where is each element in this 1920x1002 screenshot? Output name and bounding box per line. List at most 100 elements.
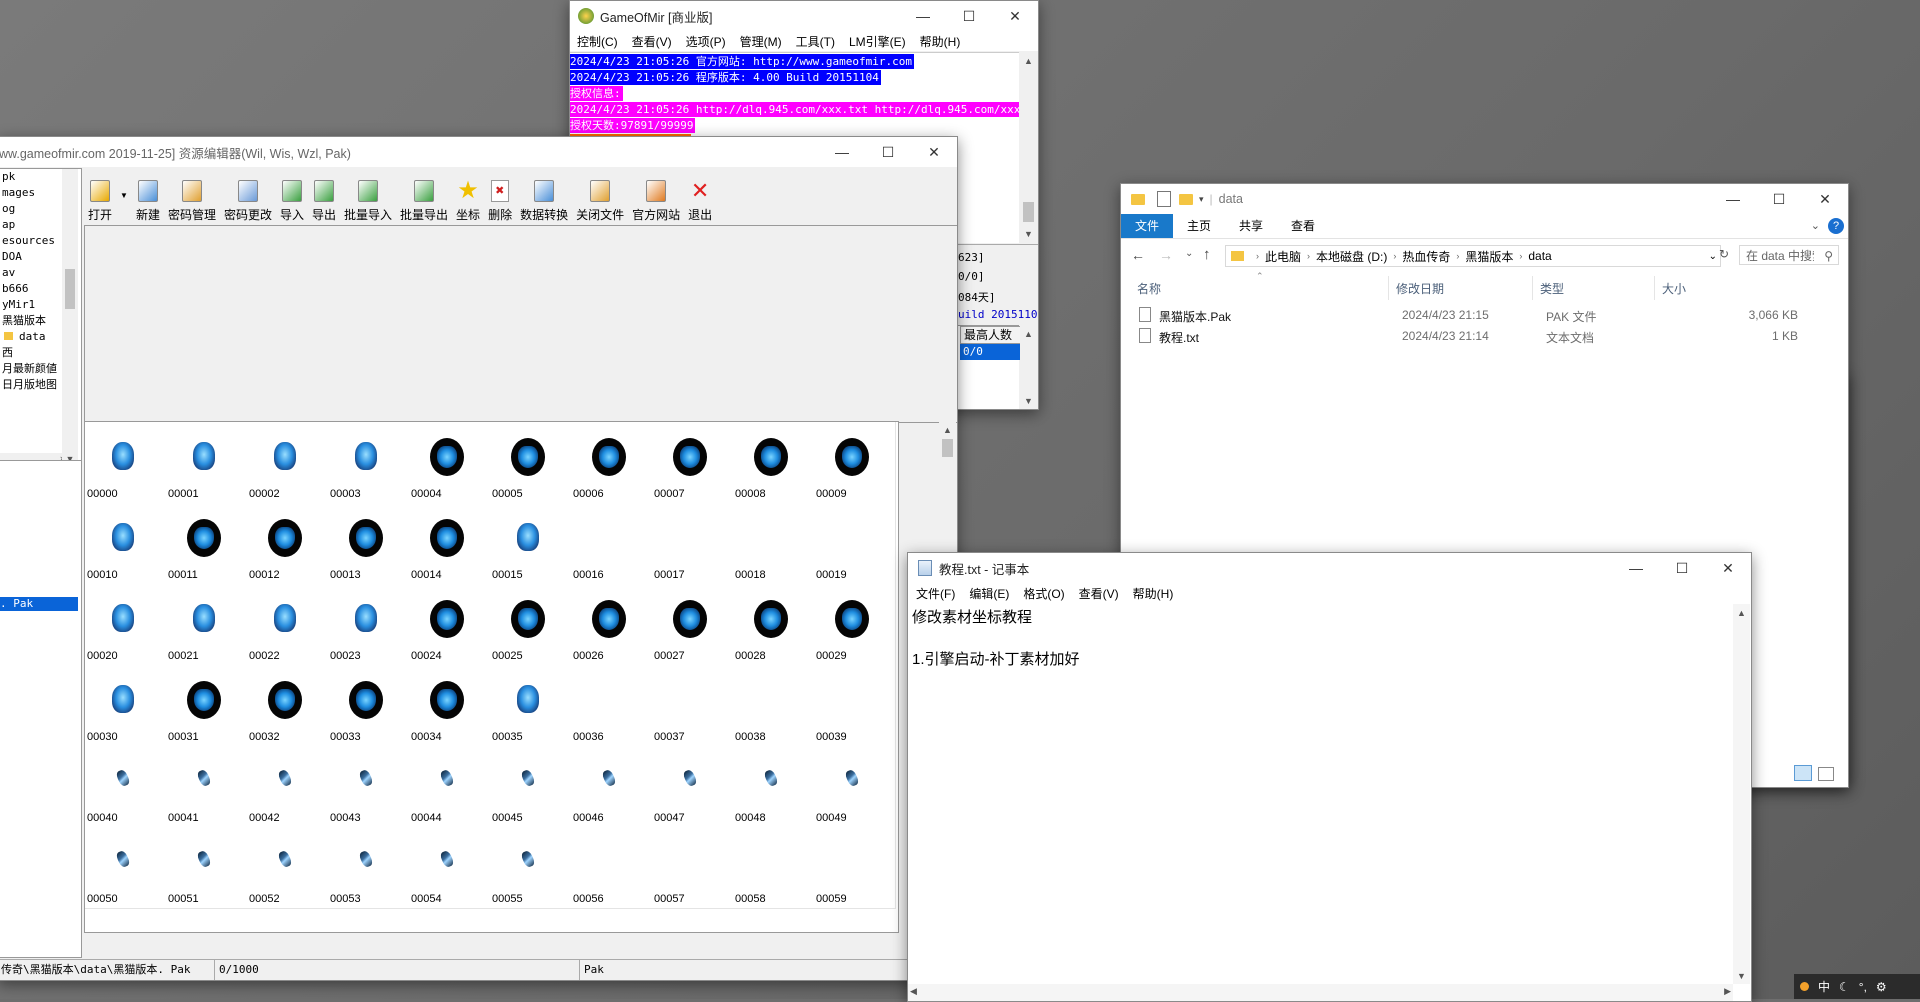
view-preview-icon[interactable] bbox=[1818, 767, 1834, 781]
menu-item[interactable]: 格式(O) bbox=[1016, 585, 1071, 602]
thumbnail-cell[interactable]: 00044 bbox=[409, 746, 491, 828]
menu-item[interactable]: 工具(T) bbox=[789, 33, 842, 50]
toolbar-password-change-button[interactable]: 密码更改 bbox=[220, 173, 276, 223]
thumbnail-cell[interactable]: 00050 bbox=[85, 827, 167, 909]
toolbar-convert-button[interactable]: 数据转换 bbox=[516, 173, 572, 223]
notepad-titlebar[interactable]: 教程.txt - 记事本 — ☐ ✕ bbox=[908, 553, 1751, 583]
breadcrumb-item[interactable]: 热血传奇 bbox=[1402, 248, 1450, 265]
search-box[interactable]: 在 data 中搜索 ⚲ bbox=[1739, 245, 1839, 265]
file-row[interactable]: 教程.txt 2024/4/23 21:14 文本文档 1 KB bbox=[1121, 325, 1848, 347]
thumbnail-cell[interactable]: 00054 bbox=[409, 827, 491, 909]
menu-item[interactable]: 查看(V) bbox=[1072, 585, 1126, 602]
thumbnail-cell[interactable]: 00008 bbox=[733, 422, 815, 504]
thumbnail-cell[interactable]: 00014 bbox=[409, 503, 491, 585]
thumbnail-cell[interactable]: 00006 bbox=[571, 422, 653, 504]
maximize-button[interactable]: ☐ bbox=[946, 1, 992, 31]
thumbnail-cell[interactable]: 00053 bbox=[328, 827, 410, 909]
toolbar-home-button[interactable]: 官方网站 bbox=[628, 173, 684, 223]
thumbnail-cell[interactable]: 00007 bbox=[652, 422, 734, 504]
thumbnail-cell[interactable]: 00016 bbox=[571, 503, 653, 585]
column-header[interactable]: 大小 bbox=[1662, 280, 1686, 297]
file-list-item-selected[interactable]: . Pak bbox=[0, 597, 78, 611]
menu-item[interactable]: 编辑(E) bbox=[962, 585, 1016, 602]
toolbar-import-button[interactable]: 导入 bbox=[276, 173, 308, 223]
breadcrumb-separator-icon[interactable]: › bbox=[1456, 251, 1459, 261]
ribbon-tab[interactable]: 主页 bbox=[1173, 214, 1225, 238]
address-dropdown-icon[interactable]: ⌄ bbox=[1709, 251, 1717, 262]
thumbnail-cell[interactable]: 00004 bbox=[409, 422, 491, 504]
column-divider[interactable] bbox=[1654, 276, 1655, 300]
minimize-button[interactable]: — bbox=[1710, 184, 1756, 214]
thumbnail-cell[interactable]: 00047 bbox=[652, 746, 734, 828]
thumbnail-cell[interactable]: 00059 bbox=[814, 827, 896, 909]
breadcrumb-item[interactable]: 黑猫版本 bbox=[1465, 248, 1513, 265]
thumbnail-cell[interactable]: 00032 bbox=[247, 665, 329, 747]
forward-icon[interactable]: → bbox=[1159, 247, 1173, 263]
thumbnail-cell[interactable]: 00023 bbox=[328, 584, 410, 666]
file-list[interactable]: . Pak bbox=[0, 460, 82, 958]
close-button[interactable]: ✕ bbox=[992, 1, 1038, 31]
breadcrumb-separator-icon[interactable]: › bbox=[1256, 251, 1259, 261]
menu-item[interactable]: 文件(F) bbox=[909, 585, 962, 602]
thumbnail-cell[interactable]: 00012 bbox=[247, 503, 329, 585]
toolbar-export-button[interactable]: 导出 bbox=[308, 173, 340, 223]
properties-icon[interactable] bbox=[1157, 191, 1171, 207]
minimize-button[interactable]: — bbox=[1613, 553, 1659, 583]
thumbnail-cell[interactable]: 00043 bbox=[328, 746, 410, 828]
thumbnail-cell[interactable]: 00045 bbox=[490, 746, 572, 828]
thumbnail-cell[interactable]: 00019 bbox=[814, 503, 896, 585]
thumbnail-cell[interactable]: 00005 bbox=[490, 422, 572, 504]
menu-item[interactable]: 帮助(H) bbox=[1126, 585, 1181, 602]
up-icon[interactable]: ↑ bbox=[1203, 246, 1211, 263]
thumbnail-cell[interactable]: 00000 bbox=[85, 422, 167, 504]
breadcrumb-separator-icon[interactable]: › bbox=[1393, 251, 1396, 261]
table-scrollbar[interactable]: ▲ ▼ bbox=[1020, 325, 1037, 409]
thumbnail-cell[interactable]: 00011 bbox=[166, 503, 248, 585]
breadcrumb-separator-icon[interactable]: › bbox=[1519, 251, 1522, 261]
settings-icon[interactable]: ⚙ bbox=[1876, 980, 1887, 994]
thumbnail-cell[interactable]: 00056 bbox=[571, 827, 653, 909]
menu-item[interactable]: 选项(P) bbox=[679, 33, 733, 50]
thumbnail-cell[interactable]: 00037 bbox=[652, 665, 734, 747]
menu-item[interactable]: 帮助(H) bbox=[913, 33, 968, 50]
resource-editor-window[interactable]: ww.gameofmir.com 2019-11-25] 资源编辑器(Wil, … bbox=[0, 136, 958, 981]
moon-icon[interactable]: ☾ bbox=[1839, 980, 1850, 994]
dropdown-icon[interactable]: ▾ bbox=[1199, 194, 1204, 205]
column-header[interactable]: 类型 bbox=[1540, 280, 1564, 297]
thumbnail-cell[interactable]: 00031 bbox=[166, 665, 248, 747]
thumbnail-cell[interactable]: 00036 bbox=[571, 665, 653, 747]
text-scrollbar-horizontal[interactable]: ◀ ▶ bbox=[908, 984, 1733, 1001]
toolbar-password-manage-button[interactable]: 密码管理 bbox=[164, 173, 220, 223]
table-header[interactable]: 最高人数 bbox=[960, 326, 1023, 344]
thumbnail-cell[interactable]: 00046 bbox=[571, 746, 653, 828]
ribbon-tab[interactable]: 文件 bbox=[1121, 214, 1174, 238]
thumbnail-cell[interactable]: 00030 bbox=[85, 665, 167, 747]
thumbnail-cell[interactable]: 00024 bbox=[409, 584, 491, 666]
thumbnail-cell[interactable]: 00041 bbox=[166, 746, 248, 828]
chevron-down-icon[interactable]: ⌄ bbox=[1811, 219, 1820, 232]
column-divider[interactable] bbox=[1532, 276, 1533, 300]
ime-status-icon[interactable] bbox=[1800, 982, 1809, 991]
thumbnail-cell[interactable]: 00009 bbox=[814, 422, 896, 504]
menu-item[interactable]: 查看(V) bbox=[625, 33, 679, 50]
thumbnail-cell[interactable]: 00035 bbox=[490, 665, 572, 747]
punctuation-icon[interactable]: °, bbox=[1859, 980, 1867, 994]
thumbnail-cell[interactable]: 00058 bbox=[733, 827, 815, 909]
address-bar[interactable]: › 此电脑 › 本地磁盘 (D:) › 热血传奇 › 黑猫版本 › data ⌄ bbox=[1225, 245, 1721, 267]
ribbon-tab[interactable]: 共享 bbox=[1225, 214, 1277, 238]
menu-item[interactable]: 管理(M) bbox=[733, 33, 789, 50]
notepad-window[interactable]: 教程.txt - 记事本 — ☐ ✕ 文件(F) 编辑(E) 格式(O) 查看(V) 帮… bbox=[907, 552, 1752, 1002]
thumbnail-cell[interactable]: 00042 bbox=[247, 746, 329, 828]
thumbnail-cell[interactable]: 00022 bbox=[247, 584, 329, 666]
maximize-button[interactable]: ☐ bbox=[865, 137, 911, 167]
ribbon-tab[interactable]: 查看 bbox=[1277, 214, 1329, 238]
thumbnail-cell[interactable]: 00015 bbox=[490, 503, 572, 585]
thumbnail-cell[interactable]: 00049 bbox=[814, 746, 896, 828]
thumbnail-cell[interactable]: 00020 bbox=[85, 584, 167, 666]
thumbnail-cell[interactable]: 00002 bbox=[247, 422, 329, 504]
refresh-icon[interactable]: ↻ bbox=[1719, 247, 1729, 261]
editor-titlebar[interactable]: ww.gameofmir.com 2019-11-25] 资源编辑器(Wil, … bbox=[0, 137, 957, 167]
thumbnail-cell[interactable]: 00052 bbox=[247, 827, 329, 909]
thumbnail-cell[interactable]: 00003 bbox=[328, 422, 410, 504]
thumbnail-cell[interactable]: 00001 bbox=[166, 422, 248, 504]
